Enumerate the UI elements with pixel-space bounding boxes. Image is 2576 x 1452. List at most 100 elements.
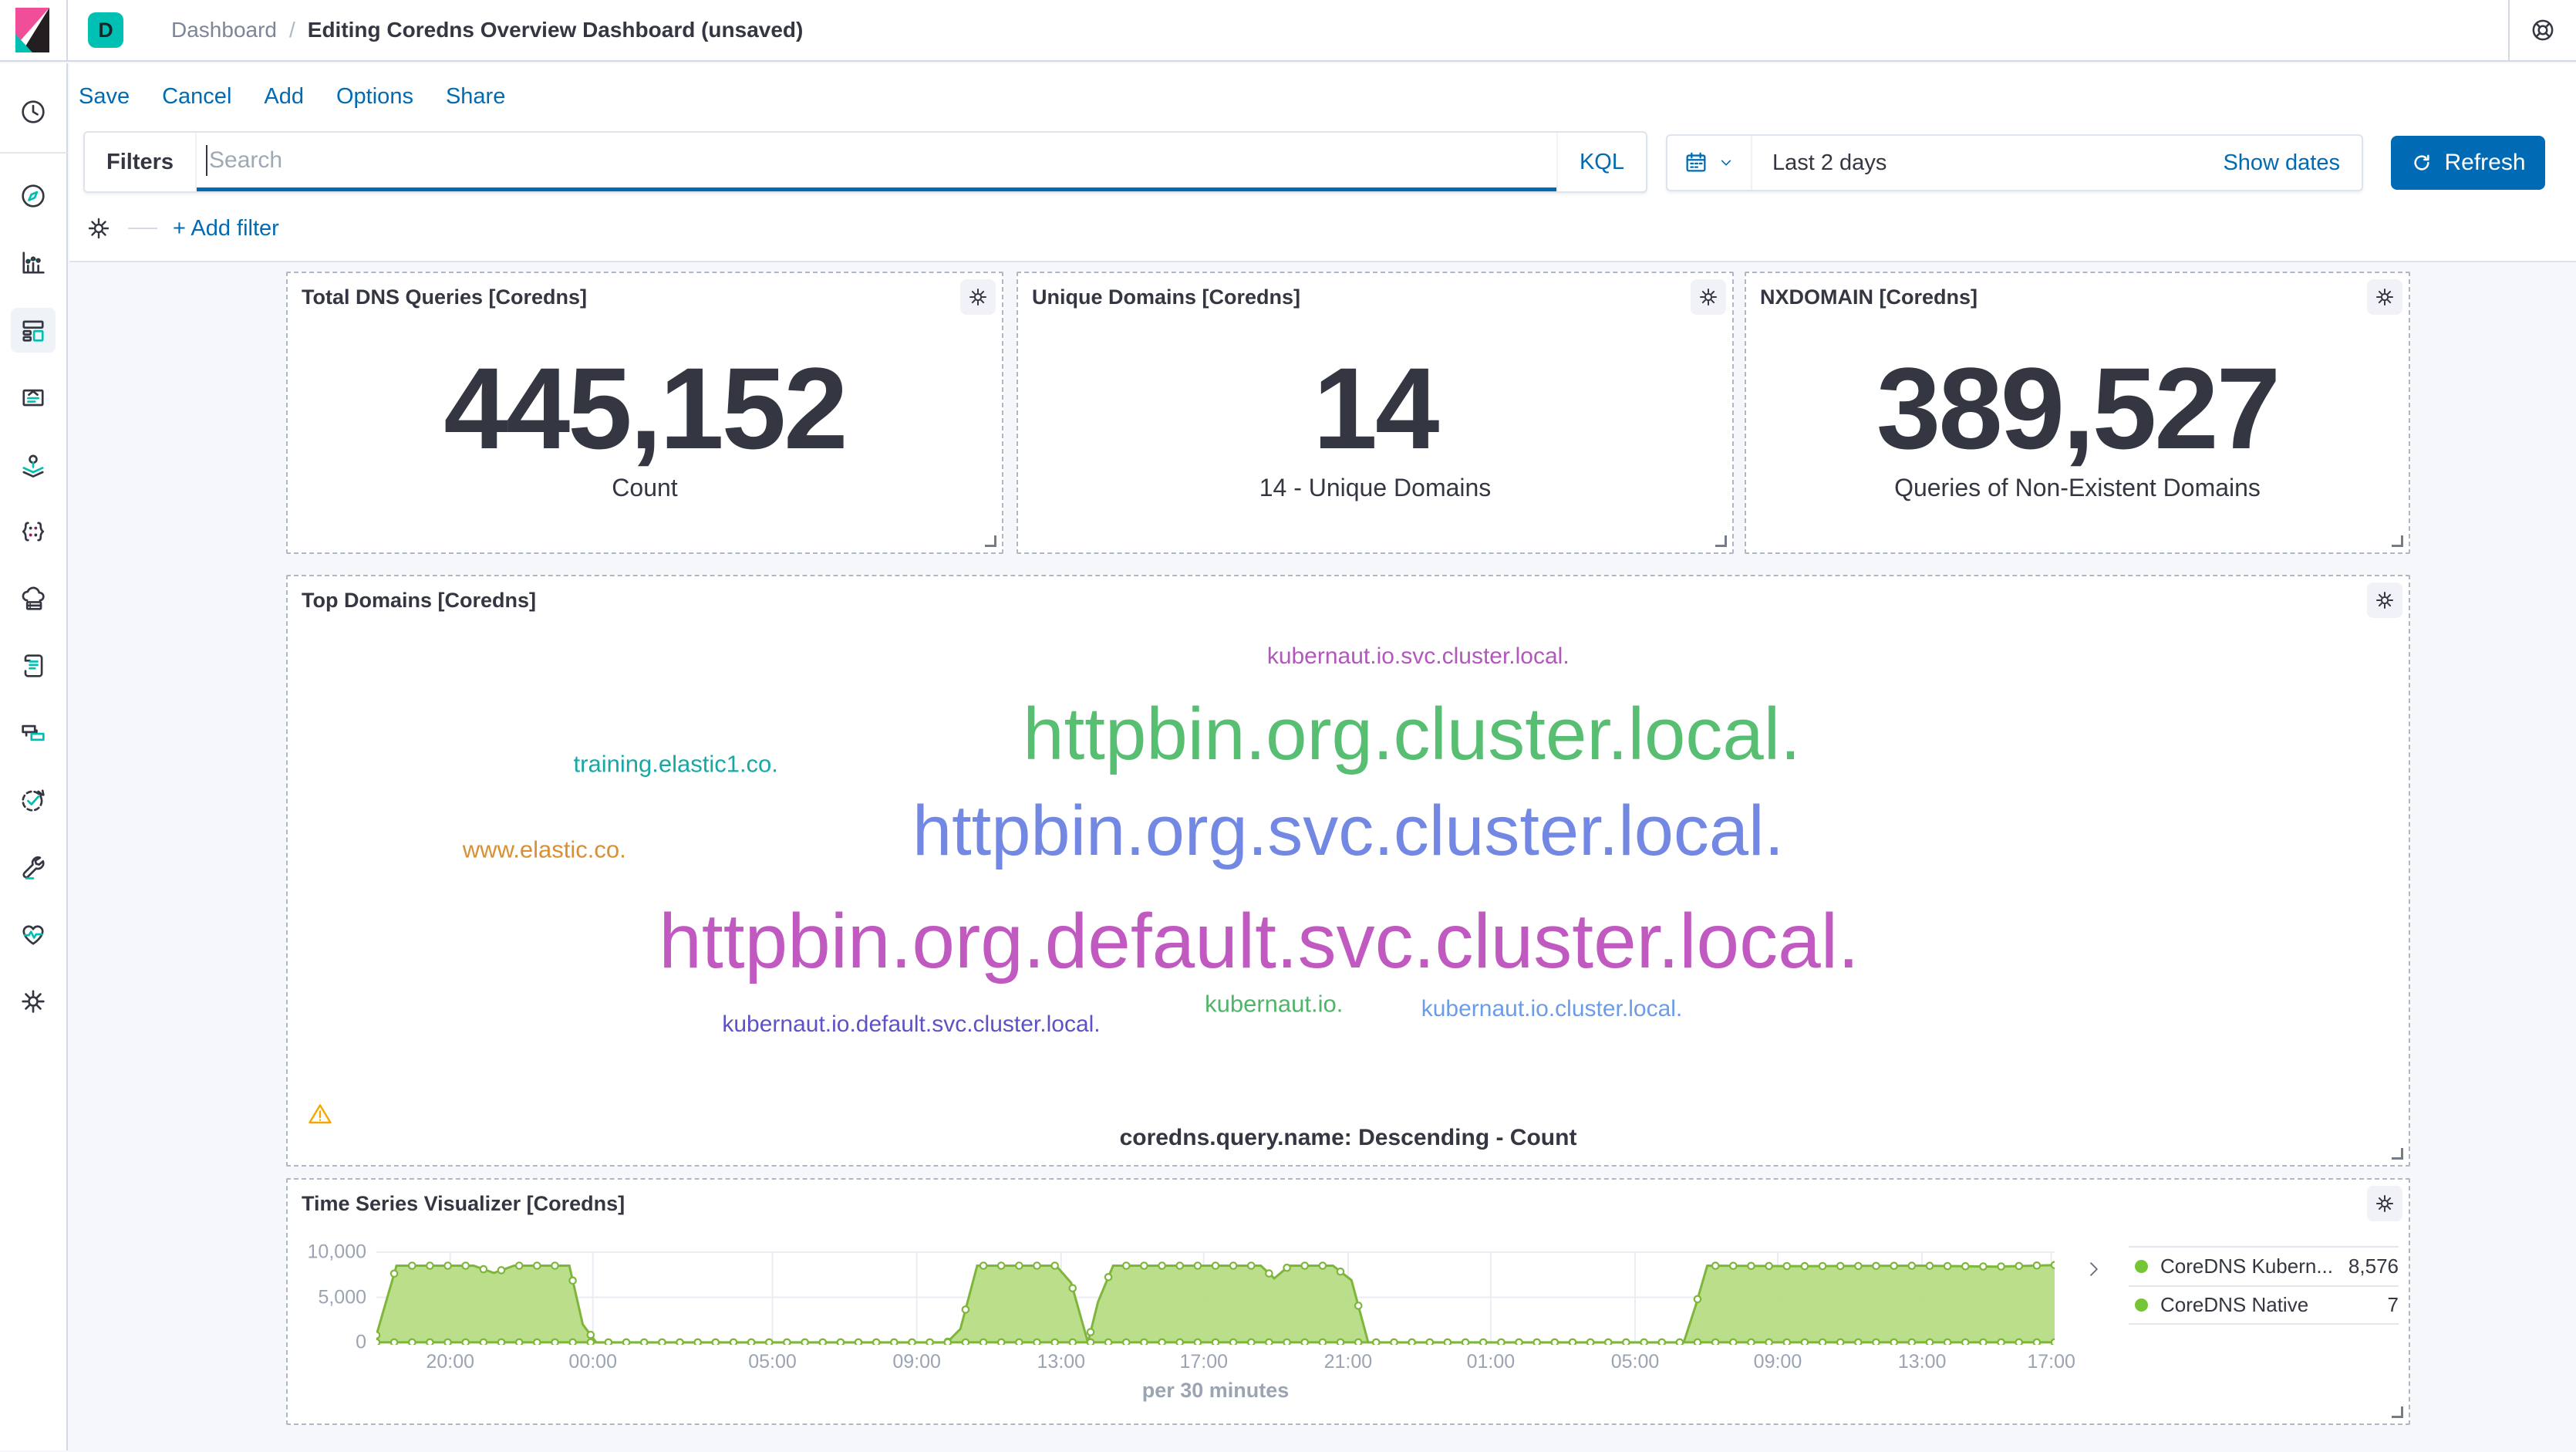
breadcrumb-separator: /: [289, 18, 295, 42]
add-filter-button[interactable]: + Add filter: [173, 216, 279, 241]
kql-button[interactable]: KQL: [1556, 133, 1646, 191]
refresh-button[interactable]: Refresh: [2391, 136, 2545, 190]
x-axis-tick-label: 00:00: [568, 1351, 617, 1373]
legend-item-coredns-native[interactable]: CoreDNS Native 7: [2129, 1285, 2399, 1325]
panel-time-series[interactable]: Time Series Visualizer [Coredns] 10,0005…: [286, 1178, 2410, 1425]
discover-icon: [18, 181, 49, 211]
sidebar-item-logs[interactable]: [11, 643, 56, 688]
sidebar-item-management[interactable]: [11, 979, 56, 1024]
tag-cloud-word[interactable]: kubernaut.io.svc.cluster.local.: [1267, 645, 1570, 668]
x-axis-tick-label: 13:00: [1037, 1351, 1086, 1373]
panel-resize-handle[interactable]: [2392, 1148, 2403, 1160]
panel-unique-domains[interactable]: Unique Domains [Coredns] 14 14 - Unique …: [1017, 272, 1734, 554]
tag-cloud-word[interactable]: kubernaut.io.cluster.local.: [1421, 998, 1683, 1021]
panel-resize-handle[interactable]: [985, 535, 996, 547]
panel-resize-handle[interactable]: [1715, 535, 1727, 547]
cancel-button[interactable]: Cancel: [162, 84, 231, 110]
area-chart: [376, 1251, 2055, 1345]
machine-learning-icon: [18, 516, 49, 547]
filters-button[interactable]: Filters: [85, 133, 197, 191]
date-quick-select-button[interactable]: [1667, 136, 1752, 190]
filter-row: + Add filter: [85, 205, 279, 252]
panel-resize-handle[interactable]: [2392, 535, 2403, 547]
legend-item-coredns-kubernetes[interactable]: CoreDNS Kubern... 8,576: [2129, 1246, 2399, 1285]
text-caret: [206, 145, 207, 176]
metric-label: Count: [612, 474, 677, 502]
y-axis-tick-label: 0: [356, 1332, 366, 1354]
breadcrumb-current: Editing Coredns Overview Dashboard (unsa…: [308, 18, 804, 42]
panel-top-domains[interactable]: Top Domains [Coredns] kubernaut.io.svc.c…: [286, 575, 2410, 1167]
search-input[interactable]: [197, 133, 1556, 187]
panel-nxdomain[interactable]: NXDOMAIN [Coredns] 389,527 Queries of No…: [1745, 272, 2410, 554]
sidebar-item-stack-monitoring[interactable]: [11, 912, 56, 957]
canvas-icon: [18, 382, 49, 413]
sidebar-item-dashboard[interactable]: [11, 308, 56, 353]
sidebar-item-maps[interactable]: [11, 442, 56, 487]
x-axis-tick-label: 05:00: [748, 1351, 797, 1373]
tag-cloud-word[interactable]: kubernaut.io.default.svc.cluster.local.: [722, 1013, 1100, 1036]
sidebar-item-discover[interactable]: [11, 174, 56, 218]
save-button[interactable]: Save: [79, 84, 130, 110]
panel-settings-button[interactable]: [2367, 1186, 2402, 1221]
metric-value: 445,152: [443, 350, 845, 466]
management-icon: [18, 986, 49, 1017]
help-button[interactable]: [2510, 0, 2576, 61]
x-axis-tick-label: 13:00: [1898, 1351, 1947, 1373]
tag-cloud-word[interactable]: www.elastic.co.: [463, 837, 626, 861]
dashboard-toolbar: Save Cancel Add Options Share: [79, 63, 505, 130]
legend-value: 8,576: [2348, 1254, 2399, 1278]
kibana-logo-icon: [14, 8, 52, 52]
filter-row-separator: [128, 228, 157, 229]
show-dates-button[interactable]: Show dates: [2223, 150, 2340, 176]
dashboard-icon: [18, 315, 49, 346]
metric-label: 14 - Unique Domains: [1259, 474, 1492, 502]
panel-total-dns-queries[interactable]: Total DNS Queries [Coredns] 445,152 Coun…: [286, 272, 1003, 554]
sidebar-item-uptime[interactable]: [11, 778, 56, 822]
chart-legend: CoreDNS Kubern... 8,576 CoreDNS Native 7: [2129, 1246, 2399, 1325]
metric-body: 445,152 Count: [288, 273, 1002, 552]
legend-label: CoreDNS Kubern...: [2160, 1254, 2333, 1278]
calendar-icon: [1683, 150, 1709, 176]
metric-body: 14 14 - Unique Domains: [1018, 273, 1732, 552]
nav-divider: [69, 261, 2576, 262]
tag-cloud-word[interactable]: httpbin.org.svc.cluster.local.: [912, 795, 1784, 866]
sidebar-item-machine-learning[interactable]: [11, 509, 56, 554]
x-axis-tick-label: 17:00: [2027, 1351, 2075, 1373]
x-axis-tick-label: 09:00: [1754, 1351, 1802, 1373]
tag-cloud-word[interactable]: httpbin.org.cluster.local.: [1023, 697, 1801, 772]
sidebar-item-infrastructure[interactable]: [11, 576, 56, 621]
panel-resize-handle[interactable]: [2392, 1406, 2403, 1418]
refresh-label: Refresh: [2444, 150, 2525, 176]
x-axis-tick-label: 21:00: [1324, 1351, 1373, 1373]
sidebar-item-dev-tools[interactable]: [11, 845, 56, 890]
time-range-value[interactable]: Last 2 days: [1772, 150, 1886, 176]
warning-triangle-icon[interactable]: [306, 1100, 334, 1128]
stack-monitoring-icon: [18, 919, 49, 950]
share-button[interactable]: Share: [446, 84, 505, 110]
breadcrumb: Dashboard / Editing Coredns Overview Das…: [171, 18, 803, 42]
sidebar-nav: [0, 63, 68, 1450]
legend-collapse-button[interactable]: [2083, 1258, 2105, 1280]
tag-cloud-caption: coredns.query.name: Descending - Count: [288, 1125, 2409, 1151]
tag-cloud-word[interactable]: kubernaut.io.: [1205, 991, 1343, 1015]
infrastructure-icon: [18, 583, 49, 614]
y-axis: 10,0005,0000: [288, 1180, 366, 1423]
series-dot: [2135, 1260, 2148, 1273]
sidebar-item-visualize[interactable]: [11, 241, 56, 285]
tag-cloud: kubernaut.io.svc.cluster.local. httpbin.o…: [288, 596, 2409, 1129]
sidebar-item-recently-viewed[interactable]: [11, 89, 56, 134]
filter-options-gear-icon[interactable]: [85, 214, 113, 242]
space-avatar[interactable]: D: [88, 12, 123, 48]
x-axis-tick-label: 01:00: [1467, 1351, 1516, 1373]
kibana-logo[interactable]: [0, 0, 68, 61]
chevron-down-icon: [1717, 154, 1735, 172]
sidebar-item-canvas[interactable]: [11, 375, 56, 420]
tag-cloud-word[interactable]: training.elastic1.co.: [574, 752, 778, 776]
breadcrumb-dashboard-link[interactable]: Dashboard: [171, 18, 277, 42]
refresh-icon: [2410, 151, 2433, 174]
sidebar-item-apm[interactable]: [11, 711, 56, 755]
tag-cloud-word[interactable]: httpbin.org.default.svc.cluster.local.: [659, 903, 1859, 980]
add-button[interactable]: Add: [264, 84, 304, 110]
options-button[interactable]: Options: [336, 84, 413, 110]
legend-value: 7: [2388, 1293, 2399, 1317]
